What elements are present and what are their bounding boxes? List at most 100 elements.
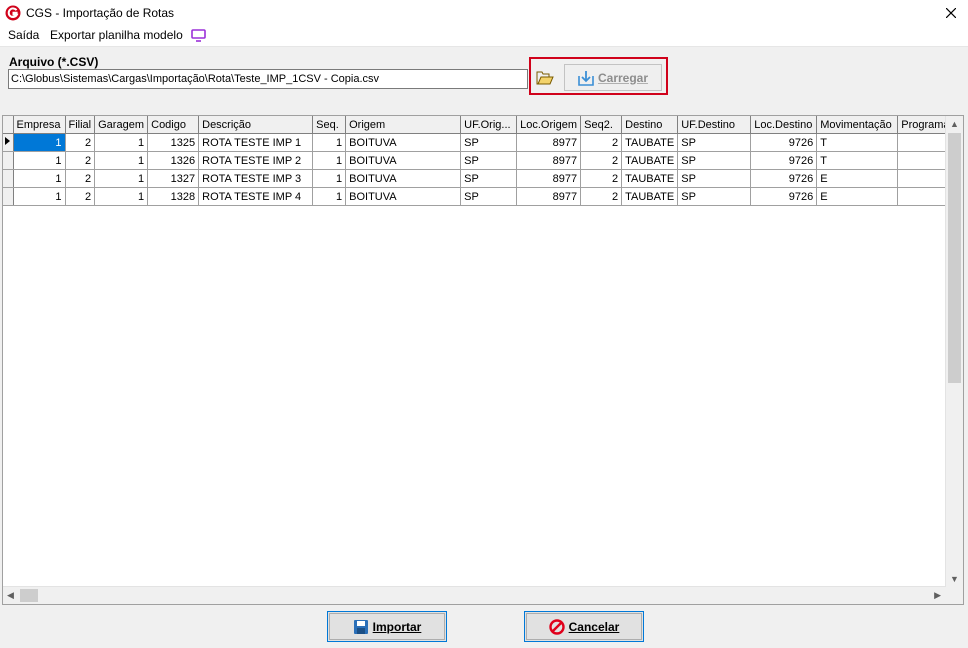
vertical-scroll-thumb[interactable] — [948, 133, 961, 383]
scroll-up-arrow-icon[interactable]: ▲ — [950, 119, 959, 129]
cell-garagem[interactable]: 1 — [94, 133, 149, 152]
cell-loc-origem[interactable]: 8977 — [516, 133, 582, 152]
cell-movimentacao[interactable]: E — [816, 169, 899, 188]
cell-movimentacao[interactable]: T — [816, 151, 899, 170]
cell-seq[interactable]: 1 — [312, 151, 347, 170]
cell-uf-origem[interactable]: SP — [460, 169, 518, 188]
cell-filial[interactable]: 2 — [65, 187, 96, 206]
menu-item-exportar[interactable]: Exportar planilha modelo — [50, 28, 183, 42]
cancel-button[interactable]: Cancelar — [524, 611, 644, 642]
table-row[interactable]: 1 2 1 1328 ROTA TESTE IMP 4 1 BOITUVA SP… — [3, 187, 960, 206]
data-grid[interactable]: Empresa Filial Garagem Codigo Descrição … — [2, 115, 964, 605]
cell-loc-origem[interactable]: 8977 — [516, 187, 582, 206]
table-row[interactable]: 1 2 1 1327 ROTA TESTE IMP 3 1 BOITUVA SP… — [3, 169, 960, 188]
app-logo-icon — [5, 5, 21, 21]
cell-loc-destino[interactable]: 9726 — [750, 133, 818, 152]
cell-loc-origem[interactable]: 8977 — [516, 151, 582, 170]
cell-movimentacao[interactable]: E — [816, 187, 899, 206]
cell-destino[interactable]: TAUBATE — [621, 187, 679, 206]
scroll-right-arrow-icon[interactable]: ▶ — [934, 590, 941, 601]
cell-filial[interactable]: 2 — [65, 151, 96, 170]
cell-codigo[interactable]: 1328 — [147, 187, 200, 206]
cell-origem[interactable]: BOITUVA — [345, 187, 462, 206]
cell-uf-destino[interactable]: SP — [677, 133, 752, 152]
cell-empresa[interactable]: 1 — [13, 169, 66, 188]
cell-seq2[interactable]: 2 — [580, 169, 623, 188]
cell-origem[interactable]: BOITUVA — [345, 169, 462, 188]
cell-uf-destino[interactable]: SP — [677, 151, 752, 170]
row-indicator[interactable] — [3, 133, 14, 152]
col-header-codigo[interactable]: Codigo — [147, 116, 200, 134]
cell-codigo[interactable]: 1325 — [147, 133, 200, 152]
cell-seq2[interactable]: 2 — [580, 187, 623, 206]
cancel-prohibited-icon — [548, 618, 565, 635]
cell-descricao[interactable]: ROTA TESTE IMP 2 — [198, 151, 314, 170]
cell-uf-origem[interactable]: SP — [460, 133, 518, 152]
menu-item-saida[interactable]: Saída — [8, 28, 39, 42]
row-indicator[interactable] — [3, 151, 14, 170]
cell-codigo[interactable]: 1326 — [147, 151, 200, 170]
cell-seq2[interactable]: 2 — [580, 133, 623, 152]
cell-filial[interactable]: 2 — [65, 169, 96, 188]
col-header-filial[interactable]: Filial — [65, 116, 96, 134]
cell-seq[interactable]: 1 — [312, 187, 347, 206]
close-button[interactable] — [934, 0, 968, 26]
col-header-empresa[interactable]: Empresa — [13, 116, 66, 134]
cell-loc-destino[interactable]: 9726 — [750, 151, 818, 170]
cell-garagem[interactable]: 1 — [94, 151, 149, 170]
table-row[interactable]: 1 2 1 1325 ROTA TESTE IMP 1 1 BOITUVA SP… — [3, 133, 960, 152]
col-header-uf-destino[interactable]: UF.Destino — [677, 116, 752, 134]
current-row-arrow-icon — [5, 137, 10, 145]
row-indicator[interactable] — [3, 169, 14, 188]
cell-loc-destino[interactable]: 9726 — [750, 169, 818, 188]
col-header-descricao[interactable]: Descrição — [198, 116, 314, 134]
col-header-garagem[interactable]: Garagem — [94, 116, 149, 134]
cell-origem[interactable]: BOITUVA — [345, 151, 462, 170]
cell-loc-origem[interactable]: 8977 — [516, 169, 582, 188]
row-indicator[interactable] — [3, 187, 14, 206]
col-header-movimentacao[interactable]: Movimentação — [816, 116, 899, 134]
cell-codigo[interactable]: 1327 — [147, 169, 200, 188]
cell-destino[interactable]: TAUBATE — [621, 133, 679, 152]
cell-empresa[interactable]: 1 — [13, 187, 66, 206]
cell-movimentacao[interactable]: T — [816, 133, 899, 152]
cell-descricao[interactable]: ROTA TESTE IMP 4 — [198, 187, 314, 206]
vertical-scrollbar[interactable]: ▲ ▼ — [945, 116, 963, 587]
scroll-left-arrow-icon[interactable]: ◀ — [7, 590, 14, 601]
save-disk-icon — [353, 619, 368, 634]
col-header-loc-origem[interactable]: Loc.Origem — [516, 116, 582, 134]
col-header-origem[interactable]: Origem — [345, 116, 462, 134]
load-button[interactable]: Carregar — [564, 64, 662, 91]
cell-garagem[interactable]: 1 — [94, 187, 149, 206]
col-header-seq[interactable]: Seq. — [312, 116, 347, 134]
col-header-seq2[interactable]: Seq2. — [580, 116, 623, 134]
cell-empresa[interactable]: 1 — [13, 133, 66, 152]
col-header-uf-origem[interactable]: UF.Orig... — [460, 116, 518, 134]
table-row[interactable]: 1 2 1 1326 ROTA TESTE IMP 2 1 BOITUVA SP… — [3, 151, 960, 170]
cell-seq2[interactable]: 2 — [580, 151, 623, 170]
cell-destino[interactable]: TAUBATE — [621, 151, 679, 170]
cell-garagem[interactable]: 1 — [94, 169, 149, 188]
cell-filial[interactable]: 2 — [65, 133, 96, 152]
cell-descricao[interactable]: ROTA TESTE IMP 3 — [198, 169, 314, 188]
cell-uf-destino[interactable]: SP — [677, 187, 752, 206]
cell-uf-origem[interactable]: SP — [460, 151, 518, 170]
col-header-destino[interactable]: Destino — [621, 116, 679, 134]
horizontal-scrollbar[interactable]: ◀ ▶ — [3, 586, 946, 604]
col-header-loc-destino[interactable]: Loc.Destino — [750, 116, 818, 134]
cell-seq[interactable]: 1 — [312, 169, 347, 188]
cell-loc-destino[interactable]: 9726 — [750, 187, 818, 206]
cell-destino[interactable]: TAUBATE — [621, 169, 679, 188]
cell-uf-origem[interactable]: SP — [460, 187, 518, 206]
scroll-down-arrow-icon[interactable]: ▼ — [950, 574, 959, 584]
cell-origem[interactable]: BOITUVA — [345, 133, 462, 152]
monitor-icon[interactable] — [191, 29, 206, 42]
cell-descricao[interactable]: ROTA TESTE IMP 1 — [198, 133, 314, 152]
file-path-field[interactable]: C:\Globus\Sistemas\Cargas\Importação\Rot… — [8, 69, 528, 89]
import-button[interactable]: Importar — [327, 611, 447, 642]
cell-empresa[interactable]: 1 — [13, 151, 66, 170]
cancel-button-label: Cancelar — [568, 619, 620, 634]
horizontal-scroll-thumb[interactable] — [20, 589, 38, 602]
cell-seq[interactable]: 1 — [312, 133, 347, 152]
cell-uf-destino[interactable]: SP — [677, 169, 752, 188]
